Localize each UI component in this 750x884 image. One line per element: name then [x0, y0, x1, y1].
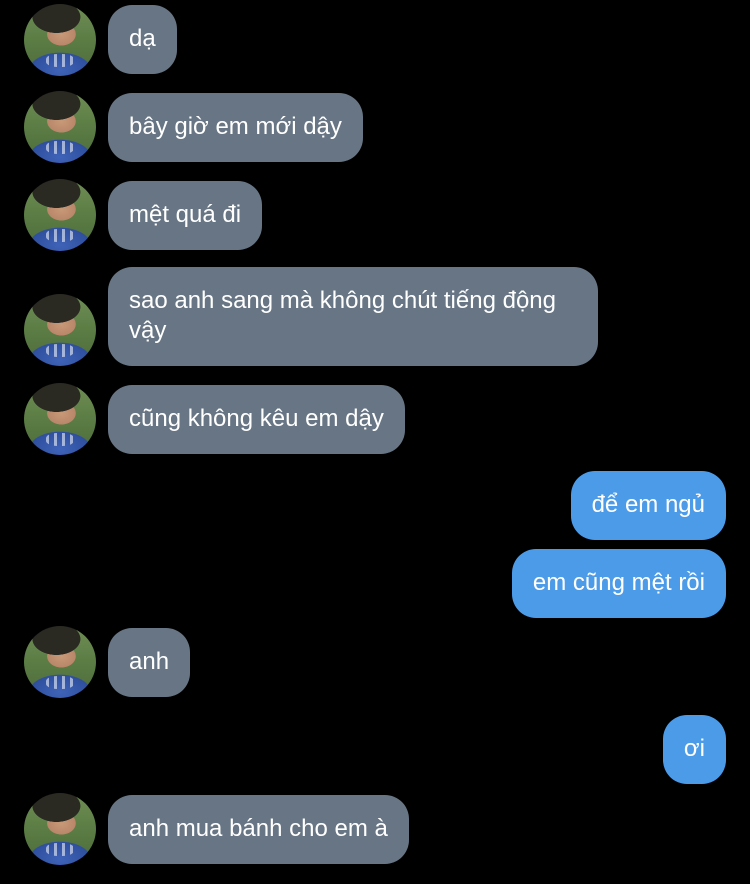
message-bubble-incoming[interactable]: mệt quá đi — [108, 181, 263, 250]
avatar[interactable] — [24, 793, 96, 865]
message-bubble-outgoing[interactable]: em cũng mệt rồi — [511, 549, 726, 618]
avatar[interactable] — [24, 179, 96, 251]
avatar[interactable] — [24, 4, 96, 76]
message-bubble-incoming[interactable]: anh mua bánh cho em à — [108, 795, 409, 864]
message-bubble-incoming[interactable]: sao anh sang mà không chút tiếng động vậ… — [108, 267, 598, 366]
message-bubble-incoming[interactable]: dạ — [108, 5, 177, 74]
avatar[interactable] — [24, 91, 96, 163]
message-bubble-incoming[interactable]: cũng không kêu em dậy — [108, 385, 405, 454]
message-bubble-incoming[interactable]: bây giờ em mới dậy — [108, 93, 363, 162]
message-bubble-outgoing[interactable]: ơi — [662, 715, 726, 784]
avatar[interactable] — [24, 626, 96, 698]
avatar[interactable] — [24, 294, 96, 366]
avatar[interactable] — [24, 383, 96, 455]
message-bubble-incoming[interactable]: anh — [108, 628, 191, 697]
message-bubble-outgoing[interactable]: để em ngủ — [570, 471, 726, 540]
